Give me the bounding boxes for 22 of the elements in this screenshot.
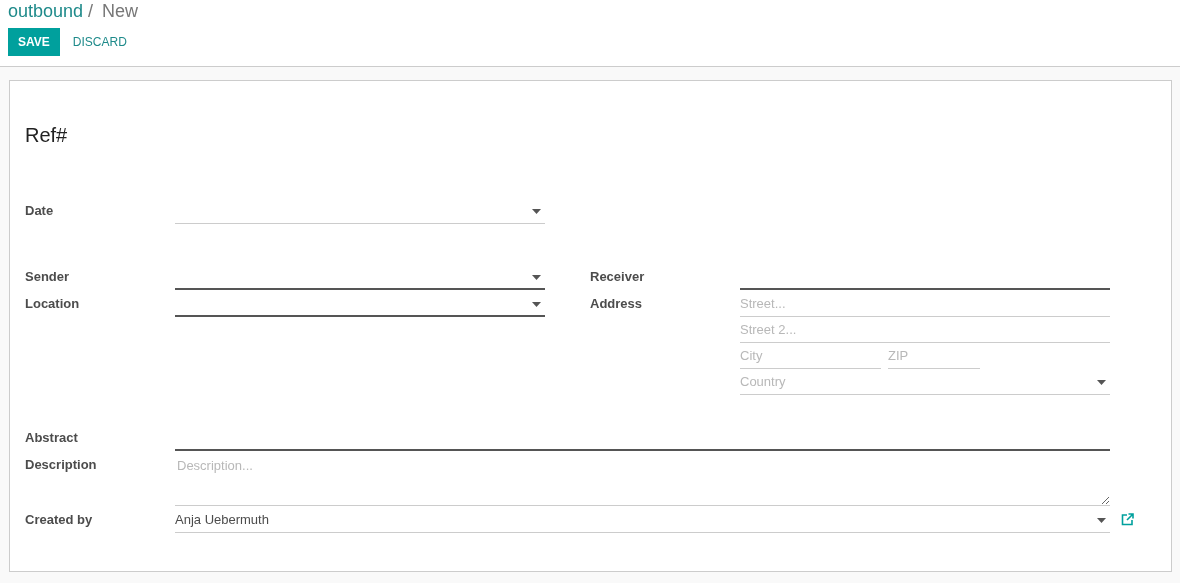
field-label: Address [590,295,644,313]
field-label: Sender [25,268,71,286]
breadcrumb-separator: / [88,0,94,22]
breadcrumb-current: New [102,0,139,22]
field-label: Location [25,295,81,313]
text-area[interactable]: Description... [175,452,1110,506]
field-label: Created by [25,511,94,529]
breadcrumb-link[interactable]: outbound [8,0,84,22]
caret-icon [1097,380,1106,385]
save-button[interactable]: SAVE [8,28,60,56]
select-field[interactable]: Anja Uebermuth [175,507,1110,533]
caret-icon [532,209,541,214]
caret-icon [532,275,541,280]
caret-icon [1097,518,1106,523]
field-label: Receiver [590,268,646,286]
discard-button[interactable]: DISCARD [59,28,140,56]
external-link-icon[interactable] [1121,513,1134,526]
record-title: Ref# [25,123,69,147]
field-label: Abstract [25,429,79,447]
field-label: Description [25,456,98,474]
caret-icon [532,302,541,307]
field-label: Date [25,202,55,220]
